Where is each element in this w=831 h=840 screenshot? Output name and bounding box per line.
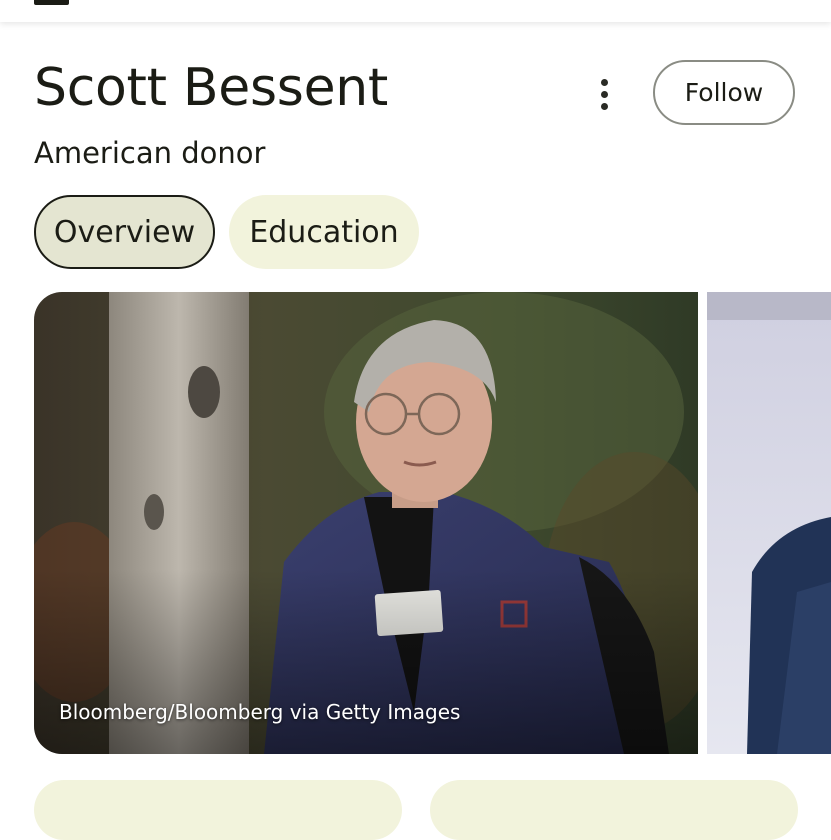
more-options-button[interactable] [584,74,624,114]
tab-overview[interactable]: Overview [34,195,215,269]
follow-button[interactable]: Follow [653,60,795,125]
next-image[interactable] [707,292,831,754]
hamburger-menu-icon[interactable] [34,0,69,5]
next-person-photo [707,292,831,754]
image-credit: Bloomberg/Bloomberg via Getty Images [59,700,461,724]
bottom-chip-left[interactable] [34,780,402,840]
more-vertical-icon [600,78,608,86]
tab-education[interactable]: Education [229,195,419,269]
main-image[interactable]: Bloomberg/Bloomberg via Getty Images [34,292,698,754]
bottom-chip-right[interactable] [430,780,798,840]
entity-description: American donor [34,136,266,170]
entity-title: Scott Bessent [34,58,389,118]
person-photo [34,292,698,754]
top-app-bar [0,0,831,22]
